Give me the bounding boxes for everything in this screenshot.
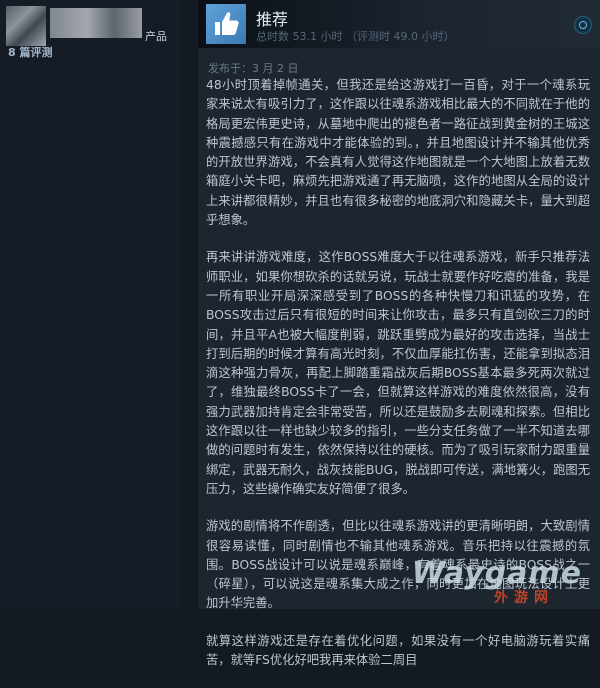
steam-icon xyxy=(574,16,592,34)
watermark-text: Waygame xyxy=(411,556,582,591)
review-panel: 推荐 总时数 53.1 小时 （评测时 49.0 小时） 发布于：3 月 2 日… xyxy=(198,0,600,667)
watermark-logo: Waygame 外游网 xyxy=(412,547,594,607)
avatar[interactable] xyxy=(6,6,46,46)
author-review-count-link[interactable]: 8 篇评测 xyxy=(8,44,52,60)
posted-date: 发布于：3 月 2 日 xyxy=(208,62,299,75)
author-name-blurred[interactable] xyxy=(50,8,142,38)
author-name-suffix[interactable]: 产品 xyxy=(145,28,167,44)
thumbs-up-icon xyxy=(206,4,246,44)
author-column: 产品 8 篇评测 xyxy=(0,0,180,609)
review-paragraph: 就算这样游戏还是存在着优化问题，如果没有一个好电脑游玩着实痛苦，就等FS优化好吧… xyxy=(206,633,590,668)
review-paragraph: 再来讲讲游戏难度，这作BOSS难度大于以往魂系游戏，新手只推荐法师职业，如果你想… xyxy=(206,250,590,496)
watermark-cn: 外游网 xyxy=(494,590,554,606)
vote-header[interactable]: 推荐 总时数 53.1 小时 （评测时 49.0 小时） xyxy=(198,0,600,48)
vote-label: 推荐 xyxy=(256,10,289,29)
hours-played: 总时数 53.1 小时 （评测时 49.0 小时） xyxy=(256,30,455,43)
review-paragraph: 48小时顶着掉帧通关，但我还是给这游戏打一百昏，对于一个魂系玩家来说太有吸引力了… xyxy=(206,78,590,228)
